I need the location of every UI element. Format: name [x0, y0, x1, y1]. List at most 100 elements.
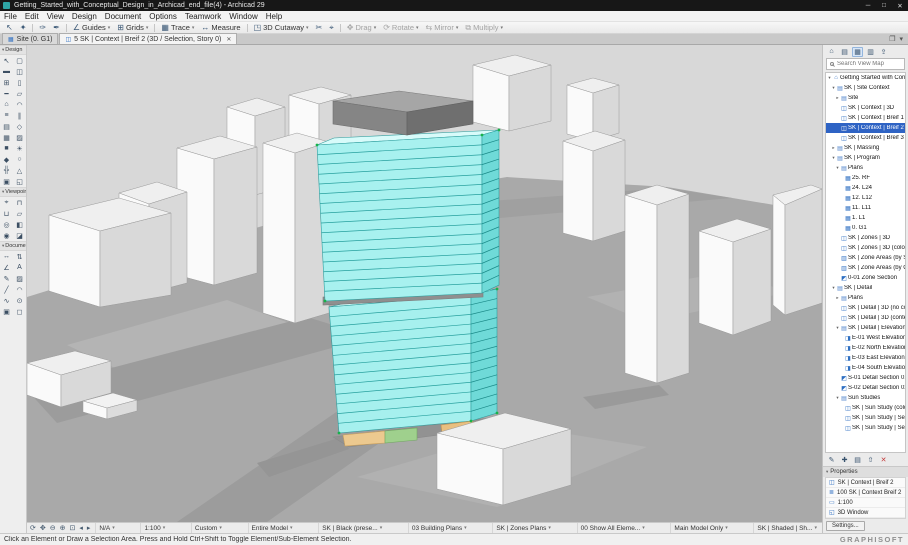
- tool-wall[interactable]: ▬: [0, 66, 13, 77]
- tab-overview-icon[interactable]: ▾: [899, 35, 903, 43]
- save-current-view-icon[interactable]: ✚: [839, 455, 850, 465]
- tree-item[interactable]: ◫SK | Detail | 3D (no cont...: [826, 303, 905, 313]
- tool-dimension[interactable]: ↔: [0, 251, 13, 262]
- tool-detail[interactable]: ◎: [0, 219, 13, 230]
- minimize-button[interactable]: ─: [860, 0, 876, 11]
- tool-railing[interactable]: ∥: [13, 110, 26, 121]
- tool-object[interactable]: ■: [0, 143, 13, 154]
- tree-item[interactable]: ◫SK | Context | Breif 1: [826, 113, 905, 123]
- tool-section[interactable]: ⌖: [0, 197, 13, 208]
- settings-button[interactable]: Settings...: [826, 521, 865, 531]
- tool-hotspot[interactable]: ⊙: [13, 295, 26, 306]
- tree-item[interactable]: ◫SK | Context | Breif 2: [826, 123, 905, 133]
- 3d-style-field[interactable]: SK | Shaded | Sh...▾: [753, 523, 820, 534]
- menu-help[interactable]: Help: [262, 12, 286, 21]
- menu-teamwork[interactable]: Teamwork: [181, 12, 225, 21]
- model-filter-field[interactable]: Entire Model▾: [248, 523, 296, 534]
- next-view-icon[interactable]: ▸: [86, 524, 92, 532]
- tool-curtain-wall[interactable]: ▤: [0, 121, 13, 132]
- tree-item[interactable]: ◩S-01 Detail Section 01: [826, 373, 905, 383]
- menu-view[interactable]: View: [43, 12, 68, 21]
- orbit-icon[interactable]: ⟳: [29, 524, 37, 532]
- tool-roof[interactable]: ⌂: [0, 99, 13, 110]
- tab-site[interactable]: ▦Site (0. G1): [2, 33, 58, 44]
- scale-field[interactable]: 1:100▾: [140, 523, 168, 534]
- close-button[interactable]: ✕: [892, 0, 908, 11]
- zoom-preset-field[interactable]: Custom▾: [191, 523, 225, 534]
- tree-item[interactable]: ▸▤Site: [826, 93, 905, 103]
- tree-item[interactable]: ◩0-01 Zone Section: [826, 273, 905, 283]
- tree-item[interactable]: ◫SK | Context | Breif 3: [826, 133, 905, 143]
- tree-item[interactable]: ▾▤Plans: [826, 163, 905, 173]
- renovation-filter-field[interactable]: Main Model Only▾: [670, 523, 730, 534]
- tool-opening[interactable]: ○: [13, 154, 26, 165]
- up-level-icon[interactable]: ⇧: [865, 455, 876, 465]
- publisher-sets-icon[interactable]: ⇪: [878, 47, 889, 57]
- tool-grid-element[interactable]: ╬: [0, 165, 13, 176]
- tree-item[interactable]: ▾▤Sun Studies: [826, 393, 905, 403]
- tool-door[interactable]: ◫: [13, 66, 26, 77]
- tree-item[interactable]: ▦0. G1: [826, 223, 905, 233]
- tool-elevation[interactable]: ⊓: [13, 197, 26, 208]
- tree-item[interactable]: ◨E-03 East Elevation: [826, 353, 905, 363]
- tree-item[interactable]: ◫SK | Sun Study | Sept 2...: [826, 423, 905, 433]
- marquee-select-button[interactable]: ✦: [17, 22, 30, 34]
- tree-item[interactable]: ▦24. L24: [826, 183, 905, 193]
- tool-figure[interactable]: ▣: [0, 176, 13, 187]
- tree-item[interactable]: ▥SK | Zone Areas (by Story): [826, 253, 905, 263]
- fit-in-window-icon[interactable]: ⊡: [69, 524, 77, 532]
- tool-3d-document[interactable]: ◧: [13, 219, 26, 230]
- tree-item[interactable]: ◫SK | Zones | 3D: [826, 233, 905, 243]
- multiply-button[interactable]: ⧉Multiply▾: [462, 22, 506, 34]
- position-info-field[interactable]: N/A▾: [95, 523, 117, 534]
- tool-interior-elevation[interactable]: ⊔: [0, 208, 13, 219]
- tree-item[interactable]: ▸▤SK | Massing: [826, 143, 905, 153]
- tree-item[interactable]: ▦11. L11: [826, 203, 905, 213]
- tree-item[interactable]: ▾▤SK | Site Context: [826, 83, 905, 93]
- menu-window[interactable]: Window: [225, 12, 261, 21]
- tool-drawing[interactable]: ◻: [13, 306, 26, 317]
- zoom-in-icon[interactable]: ⊕: [59, 524, 67, 532]
- tool-slab[interactable]: ▱: [13, 88, 26, 99]
- pop-out-view-icon[interactable]: ❐: [889, 35, 895, 43]
- 3d-cutaway-button[interactable]: ◳3D Cutaway▾: [251, 22, 312, 34]
- tool-column[interactable]: ▯: [13, 77, 26, 88]
- tool-stair[interactable]: ≡: [0, 110, 13, 121]
- zoom-select-button[interactable]: ⌖: [326, 22, 337, 34]
- toolbox-section-viewpoint[interactable]: ▾Viewpoint: [0, 187, 26, 197]
- tool-arrow[interactable]: ↖: [0, 55, 13, 66]
- pan-icon[interactable]: ✥: [39, 524, 47, 532]
- tool-worksheet[interactable]: ▱: [13, 208, 26, 219]
- tree-item[interactable]: ◨E-01 West Elevation: [826, 333, 905, 343]
- tool-lamp[interactable]: ☀: [13, 143, 26, 154]
- tool-angle-dimension[interactable]: ∠: [0, 262, 13, 273]
- graphic-overrides-field[interactable]: 00 Show All Eleme...▾: [577, 523, 648, 534]
- tab-sk-context-breif-2[interactable]: ◫5 SK | Context | Breif 2 (3D / Selectio…: [59, 33, 237, 44]
- select-button[interactable]: ↖: [3, 22, 16, 34]
- tool-zone[interactable]: ▦: [0, 132, 13, 143]
- tool-truss[interactable]: △: [13, 165, 26, 176]
- project-map-icon[interactable]: ▤: [839, 47, 850, 57]
- toolbox-section-design[interactable]: ▾Design: [0, 45, 26, 55]
- tool-skylight[interactable]: ◇: [13, 121, 26, 132]
- tool-drawing[interactable]: ◱: [13, 176, 26, 187]
- tool-level-dimension[interactable]: ⇅: [13, 251, 26, 262]
- tool-camera[interactable]: ◉: [0, 230, 13, 241]
- menu-design[interactable]: Design: [68, 12, 101, 21]
- tool-shell[interactable]: ◠: [13, 99, 26, 110]
- tree-item[interactable]: ◨E-02 North Elevation: [826, 343, 905, 353]
- menu-document[interactable]: Document: [101, 12, 145, 21]
- previous-view-icon[interactable]: ◂: [78, 524, 84, 532]
- layout-book-icon[interactable]: ▥: [865, 47, 876, 57]
- tool-arc[interactable]: ◠: [13, 284, 26, 295]
- tree-item[interactable]: ▾⌂Getting Started with Concep...: [826, 73, 905, 83]
- tree-item[interactable]: ◩S-02 Detail Section 02: [826, 383, 905, 393]
- tree-item[interactable]: ▾▤SK | Program: [826, 153, 905, 163]
- maximize-button[interactable]: □: [876, 0, 892, 11]
- pen-set-field[interactable]: SK | Black (prese...▾: [318, 523, 385, 534]
- tab-close-icon[interactable]: ✕: [226, 36, 231, 43]
- menu-edit[interactable]: Edit: [21, 12, 43, 21]
- tree-item[interactable]: ▦12. L12: [826, 193, 905, 203]
- view-settings-icon[interactable]: ✎: [826, 455, 837, 465]
- tree-item[interactable]: ▾▤SK | Detail: [826, 283, 905, 293]
